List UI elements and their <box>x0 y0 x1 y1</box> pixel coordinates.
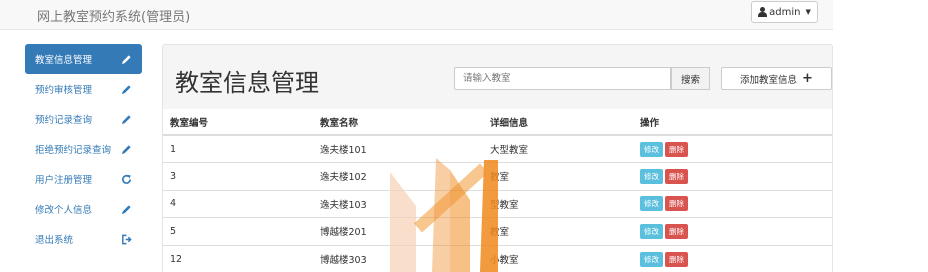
sidebar: 教室信息管理 预约审核管理 预约记录查询 拒绝预约记录查询 用户注册管理 修改个… <box>25 44 142 254</box>
table-header-row: 教室编号 教室名称 详细信息 操作 <box>163 109 832 136</box>
cell-detail: 大型教室 <box>483 134 633 163</box>
sidebar-item-label: 预约记录查询 <box>35 115 93 126</box>
user-menu-label: admin <box>769 6 801 18</box>
sidebar-item-label: 预约审核管理 <box>35 85 93 96</box>
cell-name: 博越楼201 <box>313 217 483 245</box>
delete-button[interactable]: 删除 <box>665 251 688 267</box>
edit-button[interactable]: 修改 <box>640 196 663 212</box>
pencil-icon <box>120 53 132 65</box>
delete-button[interactable]: 删除 <box>665 196 688 212</box>
sidebar-item-reservation-review[interactable]: 预约审核管理 <box>25 74 142 104</box>
cell-id: 1 <box>163 134 313 163</box>
table-row: 1 逸夫楼101 大型教室 修改 删除 <box>163 134 832 163</box>
table-row: 5 博越楼201 教室 修改 删除 <box>163 217 832 245</box>
add-classroom-button[interactable]: 添加教室信息 + <box>721 67 832 90</box>
edit-button[interactable]: 修改 <box>640 251 663 267</box>
delete-button[interactable]: 删除 <box>665 168 688 184</box>
user-menu-button[interactable]: admin ▼ <box>751 1 818 23</box>
caret-down-icon: ▼ <box>805 8 811 16</box>
sidebar-item-rejected-records[interactable]: 拒绝预约记录查询 <box>25 134 142 164</box>
sidebar-item-label: 修改个人信息 <box>35 205 93 216</box>
add-classroom-label: 添加教室信息 <box>740 74 798 86</box>
table-row: 3 逸夫楼102 教室 修改 删除 <box>163 162 832 190</box>
cell-actions: 修改 删除 <box>633 134 832 163</box>
refresh-icon <box>120 173 132 185</box>
pencil-icon <box>120 83 132 95</box>
cell-actions: 修改 删除 <box>633 162 832 190</box>
column-header-detail: 详细信息 <box>483 109 633 136</box>
app-title[interactable]: 网上教室预约系统(管理员) <box>37 6 190 25</box>
pencil-icon <box>120 113 132 125</box>
table-row: 12 博越楼303 小教室 修改 删除 <box>163 244 832 272</box>
classroom-table: 教室编号 教室名称 详细信息 操作 1 逸夫楼101 大型教室 修改 删除 3 逸… <box>163 109 832 272</box>
cell-name: 博越楼303 <box>313 244 483 272</box>
cell-detail: 教室 <box>483 217 633 245</box>
cell-actions: 修改 删除 <box>633 244 832 272</box>
pencil-icon <box>120 143 132 155</box>
cell-detail: 教室 <box>483 162 633 190</box>
edit-button[interactable]: 修改 <box>640 168 663 184</box>
sidebar-item-logout[interactable]: 退出系统 <box>25 224 142 254</box>
cell-id: 12 <box>163 244 313 272</box>
edit-button[interactable]: 修改 <box>640 141 663 157</box>
sidebar-item-reservation-records[interactable]: 预约记录查询 <box>25 104 142 134</box>
cell-id: 5 <box>163 217 313 245</box>
table-row: 4 逸夫楼103 型教室 修改 删除 <box>163 189 832 218</box>
cell-id: 3 <box>163 162 313 190</box>
plus-icon: + <box>802 71 813 86</box>
sidebar-item-label: 退出系统 <box>35 235 74 246</box>
user-icon <box>758 7 768 17</box>
sidebar-item-label: 用户注册管理 <box>35 175 93 186</box>
logout-icon <box>120 233 132 245</box>
column-header-name: 教室名称 <box>313 109 483 136</box>
cell-actions: 修改 删除 <box>633 189 832 218</box>
cell-name: 逸夫楼102 <box>313 162 483 190</box>
sidebar-item-edit-profile[interactable]: 修改个人信息 <box>25 194 142 224</box>
sidebar-item-classroom-info[interactable]: 教室信息管理 <box>25 44 142 74</box>
page-title: 教室信息管理 <box>175 69 319 97</box>
cell-detail: 小教室 <box>483 244 633 272</box>
cell-id: 4 <box>163 189 313 218</box>
top-navbar: 网上教室预约系统(管理员) admin ▼ <box>0 0 833 30</box>
sidebar-item-label: 教室信息管理 <box>35 55 93 66</box>
cell-actions: 修改 删除 <box>633 217 832 245</box>
edit-button[interactable]: 修改 <box>640 223 663 239</box>
delete-button[interactable]: 删除 <box>665 141 688 157</box>
sidebar-item-user-registration[interactable]: 用户注册管理 <box>25 164 142 194</box>
sidebar-item-label: 拒绝预约记录查询 <box>35 145 112 156</box>
delete-button[interactable]: 删除 <box>665 223 688 239</box>
column-header-id: 教室编号 <box>163 109 313 136</box>
cell-detail: 型教室 <box>483 189 633 218</box>
search-button[interactable]: 搜索 <box>671 67 710 90</box>
column-header-actions: 操作 <box>633 109 832 136</box>
pencil-icon <box>120 203 132 215</box>
cell-name: 逸夫楼101 <box>313 134 483 163</box>
search-input[interactable] <box>454 67 671 90</box>
cell-name: 逸夫楼103 <box>313 189 483 218</box>
